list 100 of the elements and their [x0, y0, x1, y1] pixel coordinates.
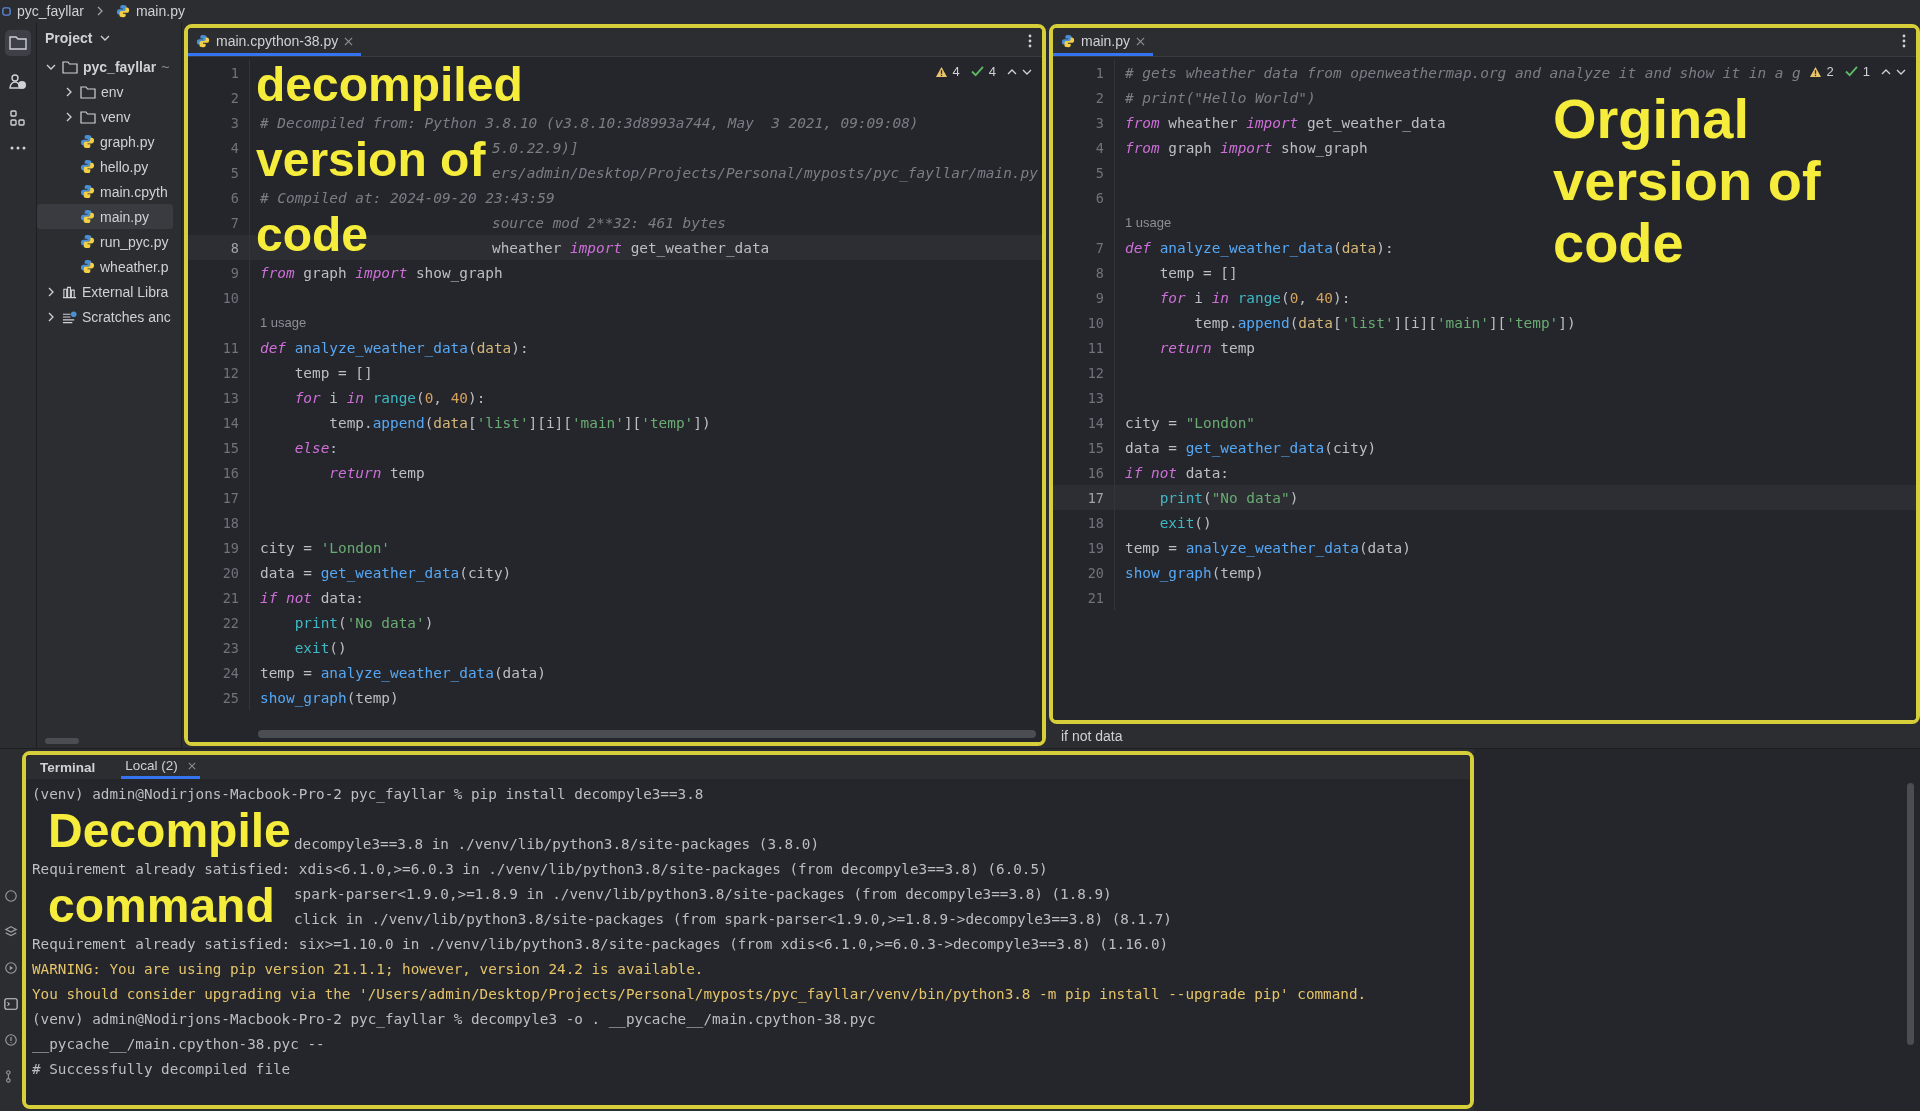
code-line: temp = []	[293, 364, 373, 381]
people-icon[interactable]	[8, 72, 28, 92]
tree-item[interactable]: env	[37, 79, 181, 104]
project-icon	[2, 6, 11, 16]
close-icon[interactable]	[1136, 36, 1146, 46]
code-line: return temp	[1158, 339, 1255, 356]
python-icon	[80, 234, 95, 249]
breadcrumb-item[interactable]: main.py	[135, 3, 185, 19]
line-number: 13	[1087, 389, 1104, 406]
layers-icon[interactable]	[4, 925, 18, 939]
terminal-tab[interactable]: Local (2)	[121, 755, 200, 779]
typo-count[interactable]: 1	[1862, 64, 1870, 79]
tree-item[interactable]: Scratches anc	[37, 304, 181, 329]
chevron-right-icon[interactable]	[46, 286, 56, 297]
line-number: 19	[222, 539, 239, 556]
line-number: 7	[1095, 239, 1104, 256]
line-number: 17	[222, 489, 239, 506]
panel-title: Terminal	[40, 759, 96, 775]
line-number: 20	[1087, 564, 1104, 581]
code-line: 5.0.22.9)]	[492, 139, 579, 156]
line-number: 1	[1095, 64, 1104, 81]
warning-count[interactable]: 2	[1826, 64, 1834, 79]
usage-hint[interactable]: 1 usage	[260, 315, 307, 330]
line-number: 11	[222, 339, 239, 356]
code-line: wheather import get_weather_data	[492, 239, 770, 256]
close-icon[interactable]	[344, 36, 354, 46]
line-number: 4	[1095, 139, 1104, 156]
code-line: print('No data')	[293, 614, 434, 631]
python-icon	[1061, 34, 1075, 48]
breadcrumb-item[interactable]: if not data	[1061, 728, 1123, 744]
tree-item[interactable]: main.py	[37, 204, 173, 229]
code-line: for i in range(0, 40):	[293, 389, 486, 406]
check-icon[interactable]	[970, 66, 984, 77]
terminal-line: (venv) admin@Nodirjons-Macbook-Pro-2 pyc_fayllar % decompyle3 -o . __pycache__/main.cpython-38.pyc	[32, 1010, 876, 1027]
chevron-down-icon[interactable]	[100, 34, 111, 42]
code-line: ers/admin/Desktop/Projects/Personal/myposts/pyc_fayllar/main.py	[492, 164, 1038, 181]
terminal-line: spark-parser<1.9.0,>=1.8.9 in ./venv/lib/python3.8/site-packages (from decompyle3==3.8) (1.8.9)	[294, 885, 1112, 902]
code-line: print("No data")	[1158, 489, 1299, 506]
more-icon[interactable]	[1028, 34, 1032, 48]
code-line: from graph import show_graph	[1125, 139, 1368, 156]
close-icon[interactable]	[187, 761, 196, 770]
line-number: 8	[1095, 264, 1104, 281]
tree-item[interactable]: venv	[37, 104, 181, 129]
code-line: else:	[293, 439, 338, 456]
folder-icon	[80, 84, 96, 99]
tree-item[interactable]: graph.py	[37, 129, 181, 154]
line-number: 16	[1087, 464, 1104, 481]
tree-item[interactable]: pyc_fayllar ~	[37, 54, 181, 79]
scrollbar[interactable]	[258, 730, 1036, 738]
panel-title[interactable]: Project	[45, 30, 93, 46]
scrollbar[interactable]	[1907, 783, 1914, 1045]
chevron-down-icon[interactable]	[1022, 67, 1032, 76]
more-icon[interactable]	[1902, 34, 1906, 48]
code-line: temp = []	[1158, 264, 1238, 281]
folder-icon	[80, 109, 96, 124]
code-line: def analyze_weather_data(data):	[260, 339, 529, 356]
line-number: 16	[222, 464, 239, 481]
tree-item[interactable]: run_pyc.py	[37, 229, 181, 254]
problems-icon[interactable]	[4, 1033, 18, 1047]
warning-icon[interactable]	[934, 65, 948, 78]
tree-item[interactable]: wheather.p	[37, 254, 181, 279]
line-number: 3	[1095, 114, 1104, 131]
chevron-down-icon[interactable]	[1896, 67, 1906, 76]
run-icon[interactable]	[4, 961, 18, 975]
path-hint: ~	[161, 58, 170, 75]
line-number: 13	[222, 389, 239, 406]
folder-icon[interactable]	[5, 30, 31, 56]
check-icon[interactable]	[1844, 66, 1858, 77]
breadcrumb-item[interactable]: pyc_fayllar	[17, 3, 84, 19]
warning-icon[interactable]	[1808, 65, 1822, 78]
chevron-right-icon[interactable]	[46, 311, 56, 322]
structure-icon[interactable]	[8, 108, 28, 128]
line-number: 10	[1087, 314, 1104, 331]
tree-label: run_pyc.py	[100, 233, 169, 250]
line-number: 6	[230, 189, 239, 206]
usage-hint[interactable]: 1 usage	[1125, 215, 1172, 230]
line-number: 15	[1087, 439, 1104, 456]
tree-item[interactable]: hello.py	[37, 154, 181, 179]
scrollbar[interactable]	[45, 738, 79, 744]
chevron-right-icon[interactable]	[64, 111, 74, 122]
line-number: 21	[1087, 589, 1104, 606]
tree-item[interactable]: External Libra	[37, 279, 181, 304]
annotation-text: code	[1553, 212, 1684, 274]
code-line: def analyze_weather_data(data):	[1125, 239, 1394, 256]
line-number: 14	[222, 414, 239, 431]
more-icon[interactable]	[8, 144, 28, 152]
tree-item[interactable]: main.cpyth	[37, 179, 181, 204]
chevron-up-icon[interactable]	[1007, 67, 1017, 76]
warning-count[interactable]: 4	[952, 64, 960, 79]
typo-count[interactable]: 4	[988, 64, 996, 79]
folder-icon	[62, 59, 78, 74]
terminal-line: Requirement already satisfied: xdis<6.1.0,>=6.0.3 in ./venv/lib/python3.8/site-packages (from decompyle3==3.8) (6.0.5)	[32, 860, 1048, 877]
tree-label: External Libra	[82, 283, 169, 300]
code-line: # print("Hello World")	[1125, 89, 1316, 106]
line-number: 24	[222, 664, 239, 681]
terminal-icon[interactable]	[4, 997, 18, 1011]
annotation-text: command	[48, 881, 275, 931]
python-icon	[80, 159, 95, 174]
chevron-right-icon[interactable]	[64, 86, 74, 97]
chevron-up-icon[interactable]	[1881, 67, 1891, 76]
